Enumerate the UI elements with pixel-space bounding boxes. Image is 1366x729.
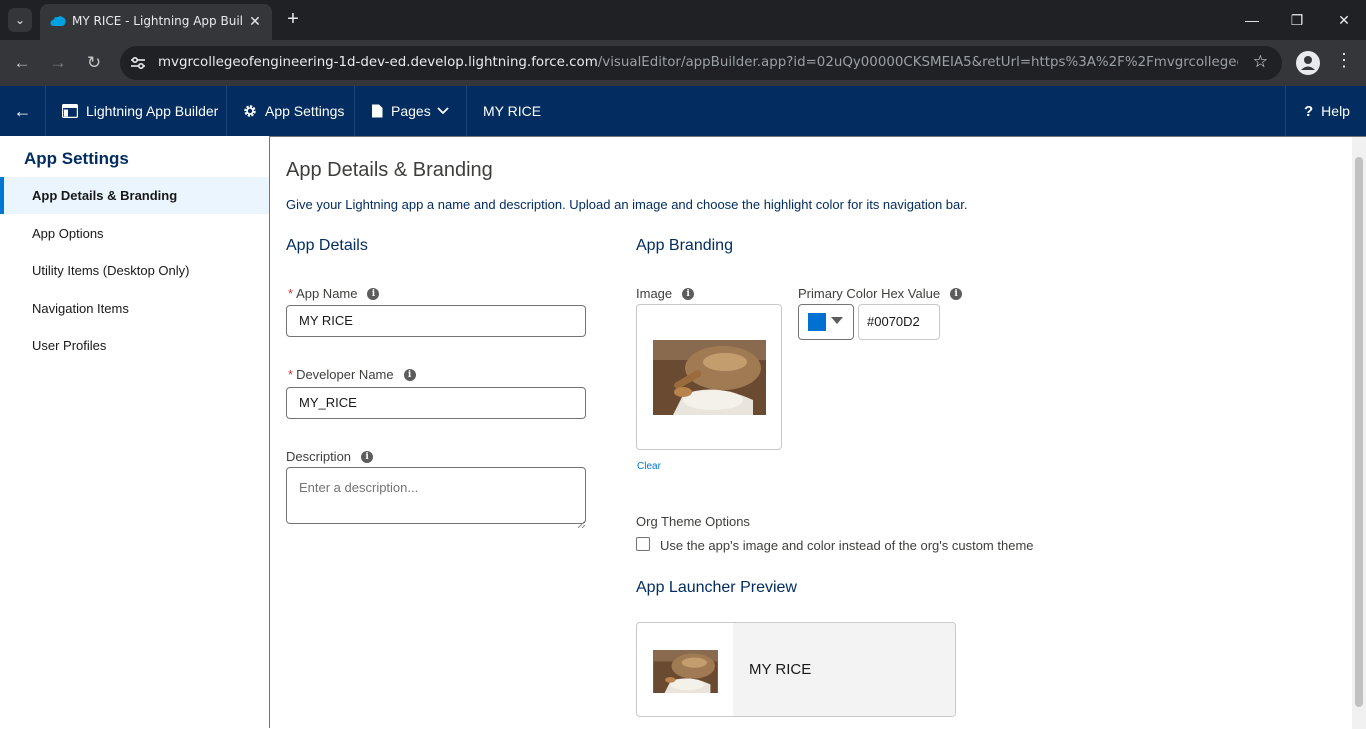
- lightning-app-builder-button[interactable]: Lightning App Builder: [46, 86, 227, 136]
- org-theme-checkbox[interactable]: [636, 537, 650, 551]
- address-bar[interactable]: mvgrcollegeofengineering-1d-dev-ed.devel…: [120, 46, 1282, 80]
- sidebar-item-user-profiles[interactable]: User Profiles: [0, 327, 270, 364]
- restore-button[interactable]: ❐: [1285, 8, 1309, 32]
- scrollbar-thumb[interactable]: [1355, 157, 1363, 707]
- info-icon[interactable]: i: [361, 450, 374, 463]
- reload-icon[interactable]: ↻: [82, 51, 106, 75]
- caret-down-icon: [831, 317, 843, 324]
- app-launcher-preview-heading: App Launcher Preview: [636, 579, 797, 596]
- description-label: Description i: [286, 449, 374, 464]
- browser-tab-bar: ⌄ MY RICE - Lightning App Builder ✕ + — …: [0, 0, 1366, 40]
- site-info-icon[interactable]: [128, 53, 148, 73]
- help-label: Help: [1321, 103, 1350, 119]
- sidebar-title: App Settings: [24, 149, 129, 168]
- back-button[interactable]: ←: [0, 86, 46, 136]
- clear-image-link[interactable]: Clear: [637, 461, 661, 472]
- hex-color-input[interactable]: #0070D2: [858, 304, 940, 340]
- pages-label: Pages: [391, 103, 431, 119]
- minimize-button[interactable]: —: [1240, 8, 1264, 32]
- rice-sack-image: [653, 340, 766, 415]
- url-text: mvgrcollegeofengineering-1d-dev-ed.devel…: [158, 55, 1238, 70]
- pages-dropdown[interactable]: Pages: [355, 86, 467, 136]
- lightning-app-builder-label: Lightning App Builder: [86, 103, 219, 119]
- question-icon: ?: [1304, 102, 1314, 120]
- bookmark-star-icon[interactable]: ☆: [1253, 52, 1268, 72]
- info-icon[interactable]: i: [403, 368, 416, 381]
- color-swatch: [808, 313, 826, 331]
- sidebar-item-navigation-items[interactable]: Navigation Items: [0, 290, 270, 327]
- image-label: Image i: [636, 286, 695, 301]
- app-branding-heading: App Branding: [636, 237, 733, 254]
- salesforce-cloud-icon: [50, 16, 66, 26]
- page-description: Give your Lightning app a name and descr…: [286, 197, 968, 212]
- required-marker: *: [288, 367, 294, 382]
- developer-name-label: * Developer Name i: [288, 367, 416, 382]
- app-details-heading: App Details: [286, 237, 368, 254]
- help-button[interactable]: ? Help: [1285, 86, 1366, 136]
- page-icon: [372, 104, 383, 118]
- tab-close-icon[interactable]: ✕: [246, 12, 264, 30]
- app-name-input[interactable]: MY RICE: [286, 305, 586, 337]
- required-marker: *: [288, 286, 294, 301]
- org-theme-checkbox-label[interactable]: Use the app's image and color instead of…: [660, 538, 1034, 553]
- settings-sidebar: App Settings App Details & Branding App …: [0, 136, 270, 728]
- info-icon[interactable]: i: [682, 287, 695, 300]
- info-icon[interactable]: i: [950, 287, 963, 300]
- info-icon[interactable]: i: [367, 287, 380, 300]
- gear-icon: [244, 105, 256, 117]
- preview-name-area: MY RICE: [733, 623, 955, 716]
- org-theme-label: Org Theme Options: [636, 514, 750, 529]
- sidebar-item-app-details-branding[interactable]: App Details & Branding: [0, 177, 270, 214]
- developer-name-input[interactable]: MY_RICE: [286, 387, 586, 419]
- tab-title: MY RICE - Lightning App Builder: [72, 14, 242, 28]
- profile-avatar-icon[interactable]: [1296, 51, 1320, 75]
- browser-toolbar: ← → ↻ mvgrcollegeofengineering-1d-dev-ed…: [0, 40, 1366, 86]
- app-name-title: MY RICE: [467, 86, 1285, 136]
- app-settings-button[interactable]: App Settings: [227, 86, 355, 136]
- app-builder-header: ← Lightning App Builder App Settings Pag…: [0, 86, 1366, 136]
- color-picker-button[interactable]: [798, 304, 854, 340]
- rice-sack-thumbnail: [653, 650, 718, 693]
- chevron-down-icon: [437, 107, 449, 115]
- sidebar-item-utility-items[interactable]: Utility Items (Desktop Only): [0, 252, 270, 289]
- tab-search-button[interactable]: ⌄: [8, 8, 32, 32]
- app-details-panel: App Details & Branding Give your Lightni…: [269, 136, 1366, 729]
- app-image-upload[interactable]: [636, 304, 782, 450]
- forward-arrow-icon[interactable]: →: [46, 51, 70, 75]
- sidebar-item-app-options[interactable]: App Options: [0, 215, 270, 252]
- header-app-name: MY RICE: [483, 103, 542, 119]
- preview-app-name: MY RICE: [749, 661, 812, 678]
- app-settings-label: App Settings: [265, 103, 345, 119]
- browser-tab[interactable]: MY RICE - Lightning App Builder ✕: [40, 4, 272, 40]
- app-builder-icon: [62, 104, 78, 118]
- page-title: App Details & Branding: [286, 159, 493, 181]
- resize-grip-icon[interactable]: [577, 515, 586, 529]
- scrollbar[interactable]: [1352, 137, 1366, 729]
- app-launcher-preview-card: MY RICE: [636, 622, 956, 717]
- back-arrow-icon[interactable]: ←: [10, 51, 34, 75]
- description-textarea[interactable]: Enter a description...: [286, 467, 586, 524]
- new-tab-button[interactable]: +: [282, 8, 304, 30]
- browser-menu-icon[interactable]: ⋮: [1334, 50, 1354, 71]
- app-name-label: * App Name i: [288, 286, 380, 301]
- primary-color-label: Primary Color Hex Value i: [798, 286, 963, 301]
- window-close-button[interactable]: ✕: [1332, 8, 1356, 32]
